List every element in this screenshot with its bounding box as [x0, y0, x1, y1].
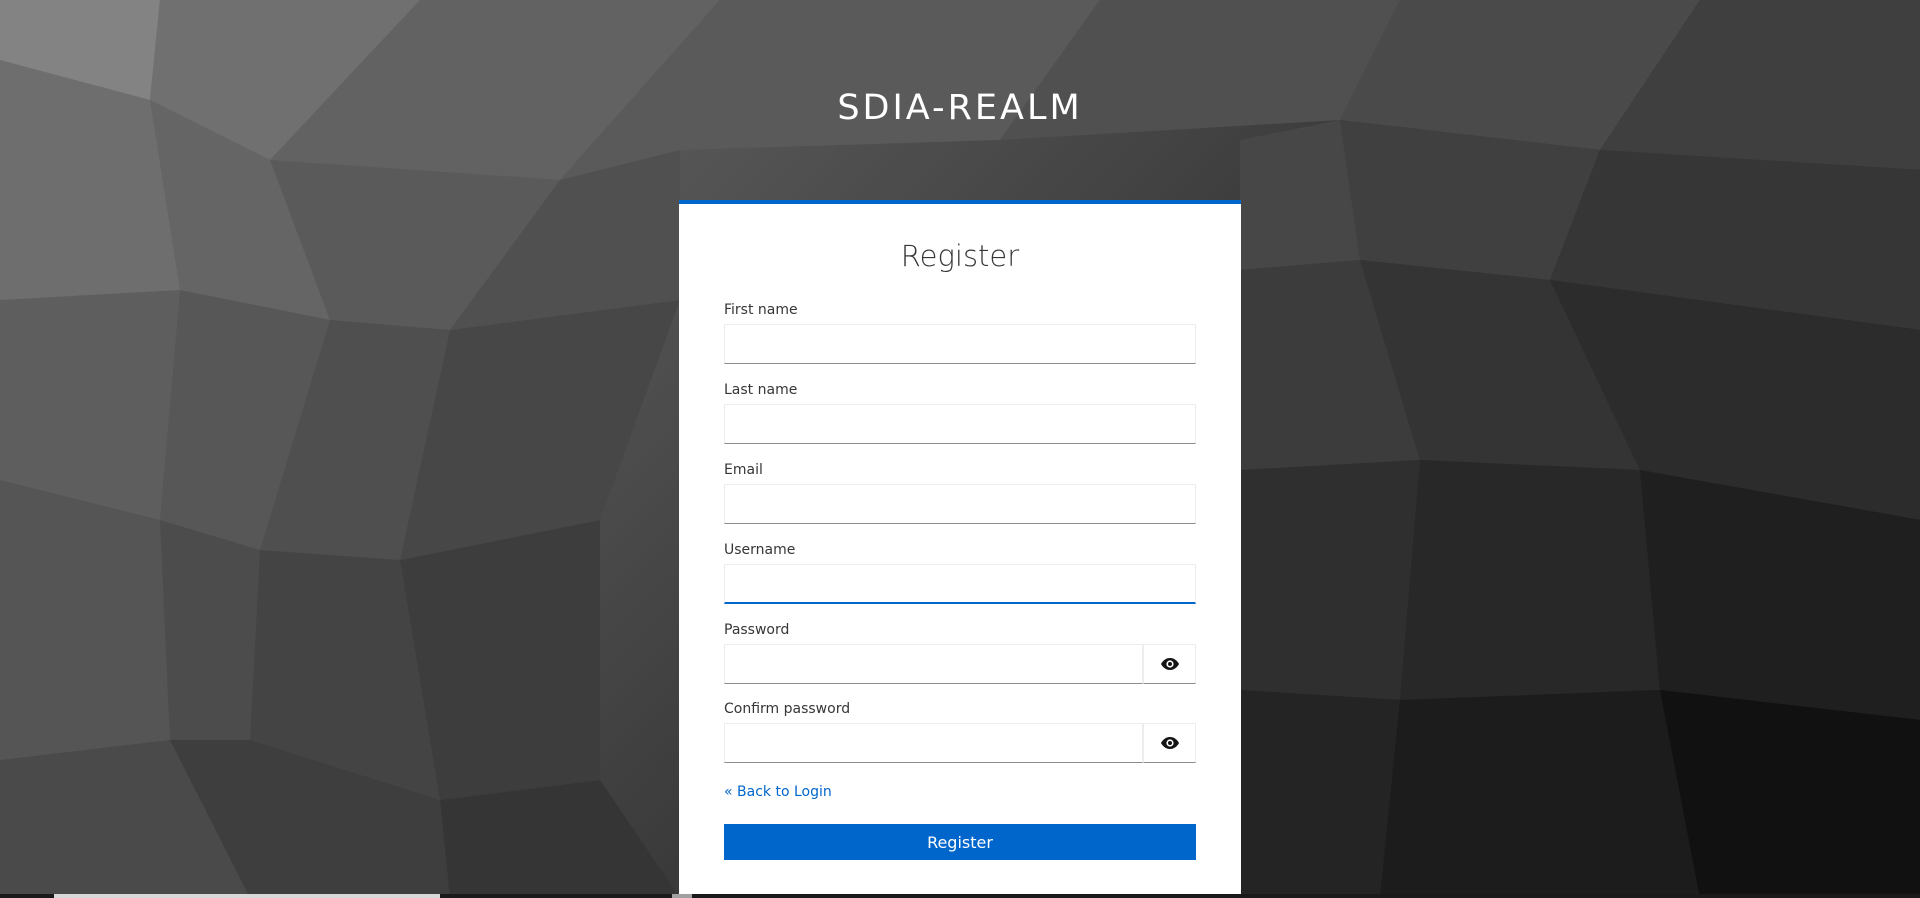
username-input[interactable]	[724, 564, 1196, 604]
confirm-password-input[interactable]	[724, 723, 1143, 763]
realm-title: SDIA-REALM	[837, 88, 1083, 128]
form-title: Register	[900, 239, 1020, 273]
first-name-input[interactable]	[724, 324, 1196, 364]
show-confirm-password-button[interactable]	[1143, 723, 1196, 763]
eye-icon	[1160, 737, 1179, 749]
password-label: Password	[724, 622, 790, 638]
email-label: Email	[724, 462, 763, 478]
last-name-input[interactable]	[724, 404, 1196, 444]
last-name-label: Last name	[724, 382, 798, 398]
register-button[interactable]: Register	[724, 824, 1196, 860]
bottom-segment	[672, 894, 692, 898]
back-to-login-link[interactable]: « Back to Login	[724, 784, 832, 800]
show-password-button[interactable]	[1143, 644, 1196, 684]
eye-icon	[1160, 658, 1179, 670]
username-label: Username	[724, 542, 796, 558]
bottom-segment	[54, 894, 440, 898]
email-input[interactable]	[724, 484, 1196, 524]
confirm-password-label: Confirm password	[724, 701, 851, 717]
register-card: Register First name Last name Email User…	[679, 200, 1241, 898]
first-name-label: First name	[724, 302, 798, 318]
password-input[interactable]	[724, 644, 1143, 684]
